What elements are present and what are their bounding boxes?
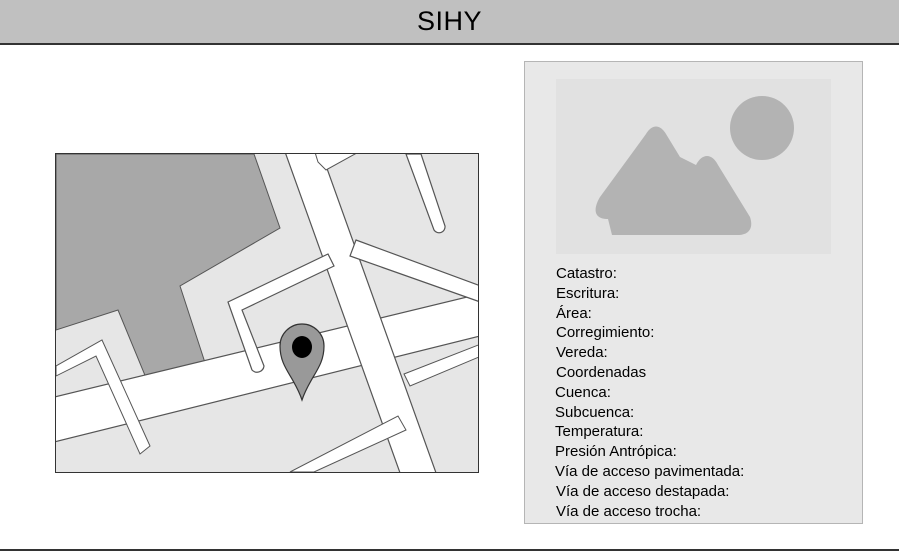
map-illustration <box>56 154 478 472</box>
field-temperatura: Temperatura: <box>555 423 644 441</box>
field-escritura: Escritura: <box>556 284 620 302</box>
field-list: Catastro: Escritura: Área: Corregimiento… <box>555 264 745 521</box>
field-cuenca: Cuenca: <box>555 383 611 401</box>
field-subcuenca: Subcuenca: <box>555 403 635 421</box>
details-panel: Catastro: Escritura: Área: Corregimiento… <box>524 61 863 524</box>
field-catastro: Catastro: <box>556 265 617 282</box>
field-via-trocha: Vía de acceso trocha: <box>556 502 702 520</box>
app-header: SIHY <box>0 0 899 45</box>
field-vereda: Vereda: <box>556 344 608 362</box>
field-corregimiento: Corregimiento: <box>556 324 655 342</box>
field-presion-antropica: Presión Antrópica: <box>555 443 677 461</box>
field-via-pavimentada: Vía de acceso pavimentada: <box>555 462 745 480</box>
app-title: SIHY <box>416 6 483 36</box>
field-coordenadas: Coordenadas <box>556 363 647 381</box>
bottom-divider <box>0 549 899 551</box>
field-area: Área: <box>556 304 592 322</box>
map-view[interactable] <box>55 153 479 473</box>
field-via-destapada: Vía de acceso destapada: <box>556 482 730 500</box>
image-placeholder-icon <box>556 79 831 254</box>
